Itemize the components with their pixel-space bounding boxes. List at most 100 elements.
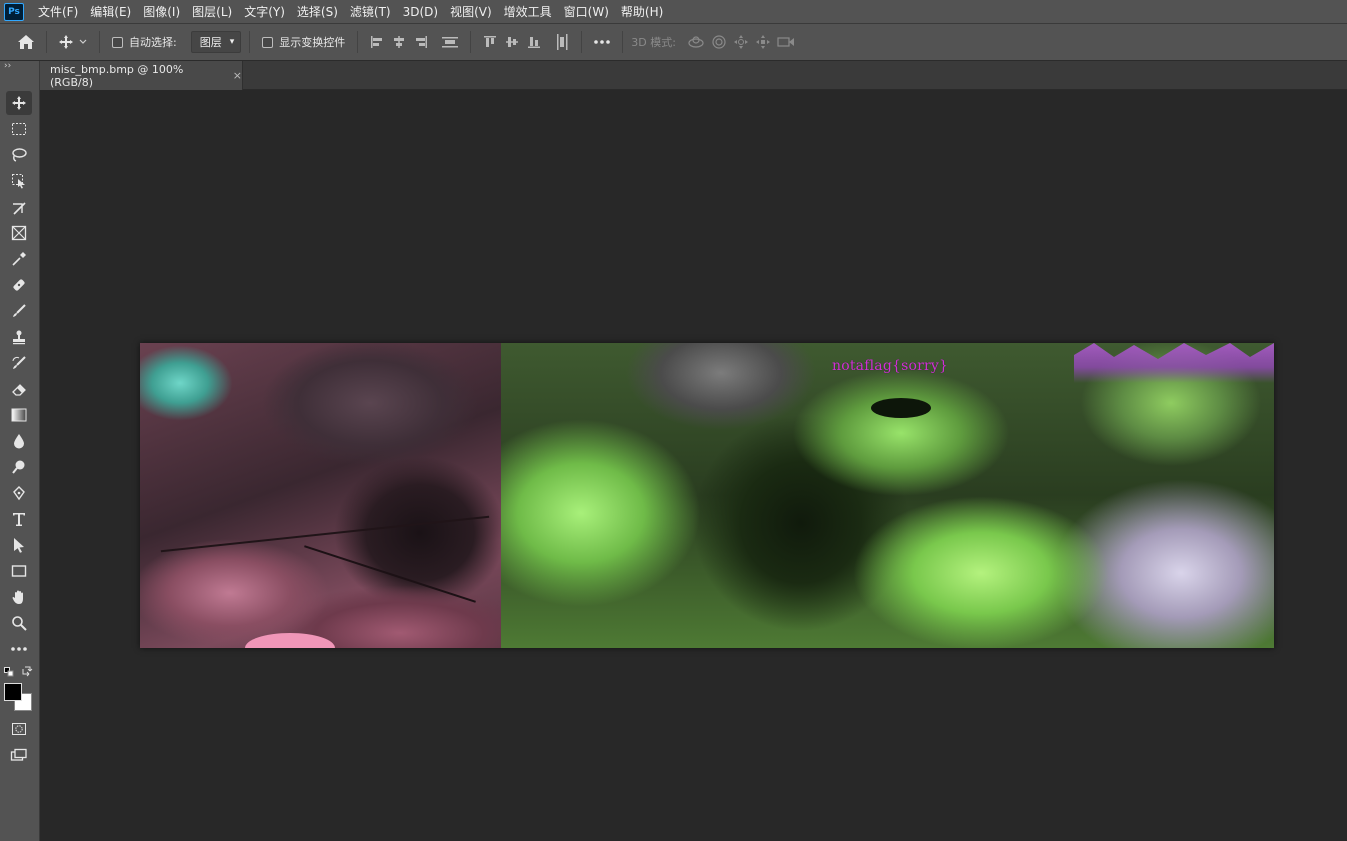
type-tool[interactable]: [6, 507, 32, 531]
distribute-horizontal-button[interactable]: [438, 30, 462, 54]
align-right-button[interactable]: [410, 30, 432, 54]
marquee-tool[interactable]: [6, 117, 32, 141]
frame-icon: [11, 225, 27, 241]
frame-tool[interactable]: [6, 221, 32, 245]
quick-mask-icon: [12, 723, 26, 735]
move-tool-preset-button[interactable]: [55, 30, 91, 54]
rock-image-right-green: [501, 343, 1274, 648]
3d-slide-icon: [755, 35, 770, 49]
distribute-horizontal-icon: [442, 37, 459, 48]
3d-roll-button[interactable]: [708, 30, 730, 54]
3d-pan-button[interactable]: [730, 30, 752, 54]
menu-select[interactable]: 选择(S): [291, 0, 344, 24]
lasso-icon: [12, 148, 27, 162]
menu-edit[interactable]: 编辑(E): [84, 0, 137, 24]
document-tab-bar: misc_bmp.bmp @ 100%(RGB/8) ×: [40, 61, 1347, 90]
3d-roll-icon: [712, 35, 726, 49]
chevron-down-icon: ▾: [229, 37, 235, 47]
rock-crack: [160, 515, 490, 553]
pen-tool[interactable]: [6, 481, 32, 505]
crop-icon: [13, 202, 26, 215]
lasso-tool[interactable]: [6, 143, 32, 167]
healing-brush-tool[interactable]: [6, 273, 32, 297]
pen-nib-icon: [13, 486, 25, 501]
brush-icon: [13, 304, 26, 317]
gradient-icon: [11, 408, 27, 422]
canvas-overlay-text: notaflag{sorry}: [832, 358, 949, 374]
stamp-icon: [13, 330, 25, 345]
menu-layer[interactable]: 图层(L): [186, 0, 238, 24]
align-vcenter-button[interactable]: [501, 30, 523, 54]
swap-colors-icon[interactable]: [21, 665, 33, 677]
align-horizontal-center-icon: [394, 36, 405, 48]
divider: [581, 31, 583, 53]
align-left-button[interactable]: [366, 30, 388, 54]
document-canvas[interactable]: notaflag{sorry}: [140, 343, 1274, 648]
water-drop-icon: [14, 434, 24, 449]
more-tools[interactable]: [6, 637, 32, 661]
distribute-vertical-button[interactable]: [551, 30, 573, 54]
crop-tool[interactable]: [6, 195, 32, 219]
eyedropper-tool[interactable]: [6, 247, 32, 271]
more-horizontal-icon: [11, 647, 27, 651]
menu-plugins[interactable]: 增效工具: [498, 0, 558, 24]
show-transform-controls-checkbox[interactable]: 显示变换控件: [258, 34, 349, 50]
pink-highlight: [245, 633, 335, 648]
hand-tool[interactable]: [6, 585, 32, 609]
bandage-icon: [13, 279, 25, 291]
rectangle-tool[interactable]: [6, 559, 32, 583]
divider: [470, 31, 472, 53]
close-icon[interactable]: ×: [233, 69, 242, 82]
3d-pan-icon: [733, 35, 748, 49]
align-hcenter-button[interactable]: [388, 30, 410, 54]
align-right-icon: [416, 36, 428, 48]
menu-window[interactable]: 窗口(W): [558, 0, 615, 24]
menu-filter[interactable]: 滤镜(T): [344, 0, 397, 24]
zoom-tool[interactable]: [6, 611, 32, 635]
move-tool[interactable]: [6, 91, 32, 115]
menu-file[interactable]: 文件(F): [32, 0, 84, 24]
align-top-button[interactable]: [479, 30, 501, 54]
auto-select-target-dropdown[interactable]: 图层 ▾: [190, 31, 242, 53]
foreground-color-swatch[interactable]: [4, 683, 22, 701]
home-button[interactable]: [14, 30, 38, 54]
checkbox-box[interactable]: [112, 36, 123, 48]
document-tab[interactable]: misc_bmp.bmp @ 100%(RGB/8) ×: [40, 61, 243, 90]
eraser-tool[interactable]: [6, 377, 32, 401]
menu-help[interactable]: 帮助(H): [615, 0, 669, 24]
panel-collapse-icon[interactable]: ››: [0, 61, 39, 73]
auto-select-checkbox[interactable]: 自动选择:: [108, 34, 181, 50]
align-bottom-button[interactable]: [523, 30, 545, 54]
dodge-tool[interactable]: [6, 455, 32, 479]
3d-orbit-button[interactable]: [684, 30, 708, 54]
arrow-cursor-icon: [14, 538, 24, 553]
hand-icon: [12, 590, 23, 604]
clone-stamp-tool[interactable]: [6, 325, 32, 349]
checkbox-box[interactable]: [262, 36, 274, 48]
history-brush-tool[interactable]: [6, 351, 32, 375]
gradient-tool[interactable]: [6, 403, 32, 427]
photoshop-logo: Ps: [4, 2, 24, 21]
quick-mask-button[interactable]: [6, 717, 32, 741]
default-colors-icon[interactable]: [4, 667, 14, 677]
chevron-down-icon: [79, 39, 87, 44]
menu-type[interactable]: 文字(Y): [238, 0, 291, 24]
show-transform-label: 显示变换控件: [279, 36, 346, 49]
auto-select-label: 自动选择:: [129, 36, 177, 49]
menu-view[interactable]: 视图(V): [444, 0, 498, 24]
divider: [46, 31, 47, 53]
more-options-button[interactable]: [590, 30, 614, 54]
screen-mode-button[interactable]: [6, 743, 32, 767]
align-top-icon: [484, 36, 497, 47]
menu-3d[interactable]: 3D(D): [397, 0, 444, 24]
blur-tool[interactable]: [6, 429, 32, 453]
path-select-tool[interactable]: [6, 533, 32, 557]
brush-tool[interactable]: [6, 299, 32, 323]
home-icon: [18, 35, 34, 49]
eraser-icon: [12, 384, 26, 396]
3d-scale-button[interactable]: [774, 30, 798, 54]
3d-slide-button[interactable]: [752, 30, 774, 54]
object-select-tool[interactable]: [6, 169, 32, 193]
options-bar: 自动选择: 图层 ▾ 显示变换控件 3D 模式:: [0, 24, 1347, 61]
menu-image[interactable]: 图像(I): [137, 0, 186, 24]
